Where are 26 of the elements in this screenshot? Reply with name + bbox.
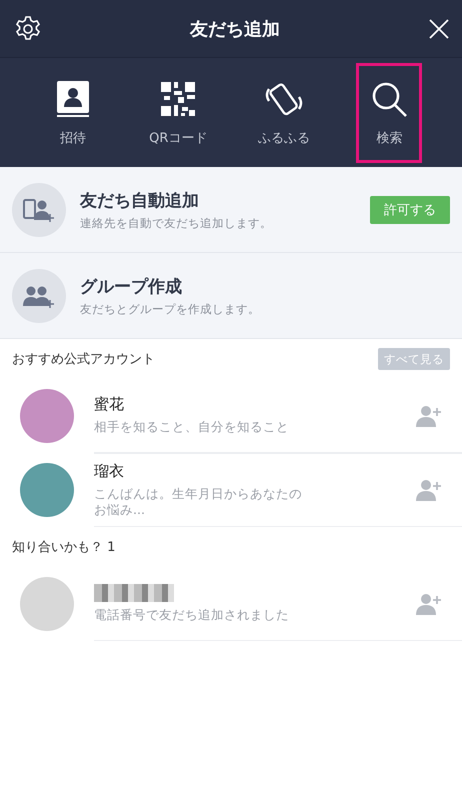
add-friend-button[interactable] [416,479,442,501]
action-description: 連絡先を自動で友だち追加します。 [80,216,273,230]
account-name: 瑠衣 [94,462,125,481]
add-friend-button[interactable] [416,404,442,426]
action-title: グループ作成 [80,276,183,298]
section-title: おすすめ公式アカウント [12,351,155,368]
close-icon [428,18,450,40]
tab[interactable]: QRコード [145,62,212,162]
tab[interactable]: 検索 [356,62,422,162]
account-status: こんばんは。生年月日からあなたのお悩み... [94,486,303,518]
settings-icon [14,14,42,42]
settings-button[interactable] [14,14,42,42]
action-title: 友だち自動追加 [80,190,200,212]
action-description: 友だちとグループを作成します。 [80,302,261,316]
window-title: 友だち追加 [190,18,280,40]
add-person-icon [416,479,442,501]
account-name: 蜜花 [94,395,125,414]
tab[interactable]: 招待 [40,62,106,162]
account-status: 相手を知ること、自分を知ること [94,419,290,436]
add-friend-button[interactable] [416,592,442,614]
section-title: 知り合いかも？ 1 [12,539,116,556]
add-person-icon [416,592,442,614]
account-status: 電話番号で友だち追加されました [94,606,290,624]
tab[interactable]: ふるふる [250,62,317,162]
close-button[interactable] [428,18,450,40]
add-person-icon [416,404,442,426]
